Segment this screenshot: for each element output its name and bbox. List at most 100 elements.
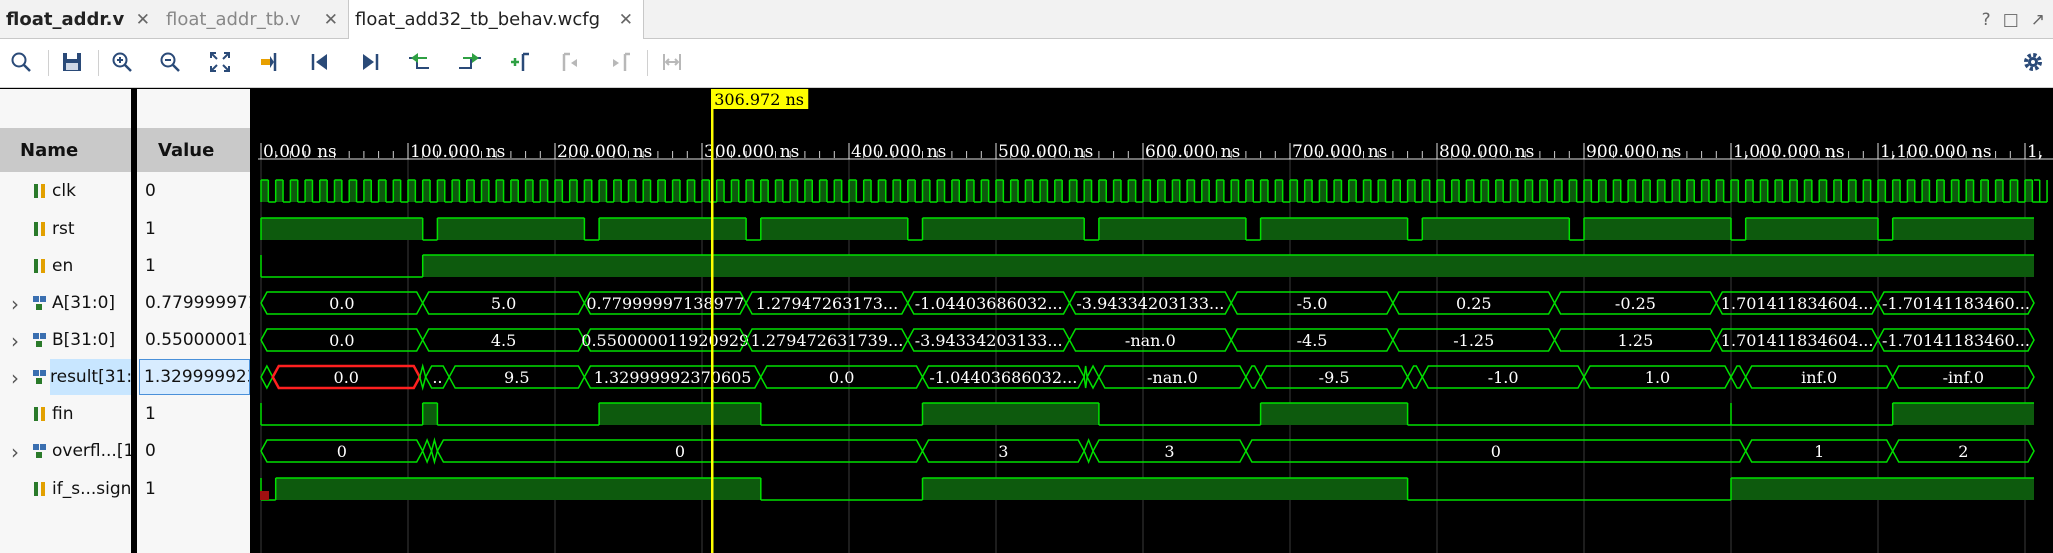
bus-value-label: 0.0 (329, 294, 354, 313)
wave-high-fill (613, 180, 622, 202)
signal-value[interactable]: 0 (145, 173, 250, 209)
tab-float-addr-v[interactable]: float_addr.v ✕ (0, 0, 160, 38)
wave-high-fill (1407, 180, 1415, 202)
signal-name[interactable]: clk (52, 173, 131, 209)
signal-name[interactable]: A[31:0] (52, 285, 131, 321)
signal-value[interactable]: 0.5500000119 (145, 322, 250, 358)
bus-value-label: -9.5 (1319, 368, 1350, 387)
wave-high-fill (1084, 180, 1092, 202)
go-to-time-0-icon[interactable] (303, 45, 337, 79)
go-to-last-time-icon[interactable] (353, 45, 387, 79)
go-to-cursor-icon[interactable] (253, 45, 287, 79)
wave-high-fill (555, 180, 563, 202)
help-icon[interactable]: ? (1982, 10, 1991, 30)
wave-high-fill (452, 180, 460, 202)
next-transition-icon[interactable] (453, 45, 487, 79)
expand-icon[interactable]: › (11, 329, 19, 353)
close-icon[interactable]: ✕ (324, 10, 338, 30)
search-icon[interactable] (4, 45, 38, 79)
tab-wcfg[interactable]: float_add32_tb_behav.wcfg ✕ (348, 0, 644, 39)
wave-high-fill (481, 180, 489, 202)
zoom-fit-icon[interactable] (203, 45, 237, 79)
signal-name[interactable]: if_s...sign (52, 471, 131, 507)
swap-cursors-icon (655, 45, 689, 79)
bus-value-label: -nan.0 (1125, 331, 1176, 350)
bus-value-label: inf.0 (1801, 368, 1837, 387)
restore-icon[interactable]: □ (2003, 10, 2019, 30)
add-marker-icon[interactable] (503, 45, 537, 79)
wave-high-fill (1980, 180, 1989, 202)
toolbar (0, 39, 2053, 88)
signal-name[interactable]: overfl...[1:0] (52, 433, 131, 469)
bus-value-label: -5.0 (1297, 294, 1328, 313)
wave-high-fill (907, 180, 916, 202)
wave-high-fill (1378, 180, 1386, 202)
signal-name[interactable]: rst (52, 211, 131, 247)
expand-icon[interactable]: › (11, 440, 19, 464)
signal-value[interactable]: 0.7799999713 (145, 285, 250, 321)
bus-value-label: -3.94334203133... (1076, 294, 1224, 313)
value-column-header[interactable]: Value (137, 128, 250, 172)
previous-transition-icon[interactable] (403, 45, 437, 79)
wave-high-fill (1539, 180, 1548, 202)
wave-high-fill (1422, 180, 1430, 202)
wave-high-fill (1201, 180, 1210, 202)
signal-value[interactable]: 1 (145, 248, 250, 284)
bus-segment (1406, 365, 1424, 389)
wave-high-fill (261, 218, 423, 240)
tab-float-addr-tb-v[interactable]: float_addr_tb.v ✕ (160, 0, 348, 38)
bus-value-label: 4.5 (491, 331, 516, 350)
wave-high-fill (1422, 218, 1570, 240)
signal-name[interactable]: fin (52, 396, 131, 432)
bus-value-label: 0.550000011920929 (581, 331, 749, 350)
signal-value[interactable]: 1 (145, 471, 250, 507)
wave-high-fill (1892, 403, 2034, 425)
wave-high-fill (496, 180, 504, 202)
wave-high-fill (1260, 218, 1408, 240)
signal-value[interactable]: 1.3299999237 (139, 359, 250, 395)
wave-high-fill (540, 180, 548, 202)
bus-value-label: 0.0 (829, 368, 854, 387)
zoom-out-icon[interactable] (153, 45, 187, 79)
signal-name[interactable]: en (52, 248, 131, 284)
bus-value-label: 0.25 (1456, 294, 1492, 313)
bus-value-label: 1 (1814, 442, 1824, 461)
wave-high-fill (261, 180, 269, 202)
signal-name[interactable]: result[31:0] (50, 359, 131, 395)
wave-high-fill (966, 180, 974, 202)
float-icon[interactable]: ↗ (2031, 10, 2045, 30)
cursor-label: 306.972 ns (714, 90, 804, 109)
signal-value[interactable]: 1 (145, 211, 250, 247)
wave-high-fill (1789, 180, 1798, 202)
close-icon[interactable]: ✕ (619, 10, 633, 30)
expand-icon[interactable]: › (11, 366, 19, 390)
wave-high-fill (1290, 180, 1298, 202)
wave-high-fill (349, 180, 357, 202)
waveform-canvas[interactable]: 0.000 ns 100.000 ns 200.000 ns 300.000 ns 40… (258, 89, 2053, 553)
close-icon[interactable]: ✕ (136, 10, 150, 30)
wave-high-fill (525, 180, 533, 202)
save-icon[interactable] (55, 45, 89, 79)
name-column-header[interactable]: Name (0, 128, 131, 172)
wave-high-fill (393, 180, 401, 202)
signal-name[interactable]: B[31:0] (52, 322, 131, 358)
bus-value-label: -0.25 (1615, 294, 1656, 313)
wave-high-fill (1172, 180, 1180, 202)
wave-high-fill (1966, 180, 1974, 202)
bus-segment (421, 437, 433, 465)
expand-icon[interactable]: › (11, 292, 19, 316)
wave-high-fill (275, 478, 761, 500)
settings-icon[interactable] (2016, 45, 2050, 79)
bus-value-label: 1.701411834604... (1721, 331, 1874, 350)
wave-high-fill (1760, 180, 1768, 202)
wave-high-fill (1672, 180, 1680, 202)
bus-value-label: 0 (1491, 442, 1501, 461)
signal-value[interactable]: 0 (145, 433, 250, 469)
wave-high-fill (1863, 180, 1871, 202)
bus-value-label: 0 (337, 442, 347, 461)
wave-high-fill (1628, 180, 1636, 202)
zoom-in-icon[interactable] (105, 45, 139, 79)
wave-high-fill (422, 180, 431, 202)
signal-value[interactable]: 1 (145, 396, 250, 432)
wave-high-fill (1892, 218, 2034, 240)
